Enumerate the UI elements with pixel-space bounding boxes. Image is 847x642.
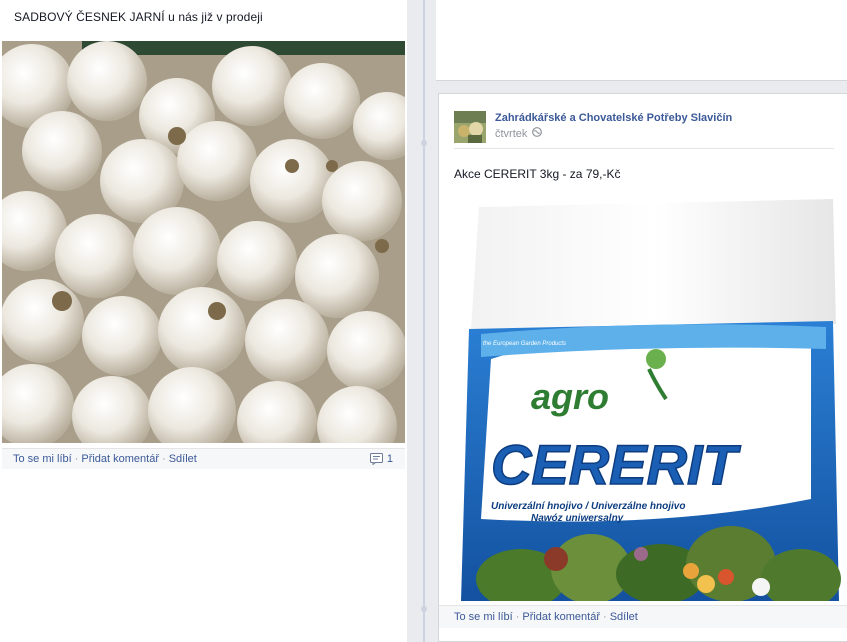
post-text: Akce CERERIT 3kg - za 79,-Kč [454, 167, 621, 181]
add-comment-link[interactable]: Přidat komentář [522, 611, 600, 623]
agro-logo: agro [531, 376, 609, 417]
left-post-actions: To se mi líbí · Přidat komentář · Sdílet 1 [2, 448, 405, 469]
comment-icon [369, 453, 383, 465]
timeline-line [423, 0, 425, 642]
share-link[interactable]: Sdílet [169, 453, 197, 465]
previous-post-card [436, 0, 847, 81]
timeline-dot [421, 606, 427, 612]
like-link[interactable]: To se mi líbí [454, 611, 513, 623]
garlic-photo[interactable] [2, 41, 405, 443]
separator: · [603, 611, 607, 623]
share-link[interactable]: Sdílet [610, 611, 638, 623]
separator: · [162, 453, 166, 465]
separator: · [74, 453, 79, 465]
brand-tagline: the European Garden Products [483, 341, 566, 347]
separator: · [515, 611, 520, 623]
page-name-link[interactable]: Zahrádkářské a Chovatelské Potřeby Slavi… [495, 112, 732, 124]
page-avatar[interactable] [454, 111, 486, 143]
divider [454, 148, 834, 149]
add-comment-link[interactable]: Přidat komentář [81, 453, 159, 465]
comment-count[interactable]: 1 [369, 453, 393, 465]
post-timestamp[interactable]: čtvrtek [495, 127, 543, 140]
product-subtitle-1: Univerzální hnojivo / Univerzálne hnojiv… [491, 501, 685, 512]
like-link[interactable]: To se mi líbí [13, 453, 72, 465]
comment-count-value: 1 [386, 453, 393, 465]
product-subtitle-2: Nawóz uniwersalny [531, 513, 624, 524]
post-time-text: čtvrtek [495, 127, 528, 140]
cererit-product-photo[interactable]: the European Garden Products agro CERERI… [461, 199, 841, 601]
globe-icon [532, 127, 543, 140]
timeline-dot [421, 140, 427, 146]
right-post-actions: To se mi líbí · Přidat komentář · Sdílet [439, 605, 847, 628]
right-post: Zahrádkářské a Chovatelské Potřeby Slavi… [438, 93, 847, 642]
left-post: SADBOVÝ ČESNEK JARNÍ u nás již v prodeji [0, 0, 407, 642]
post-text: SADBOVÝ ČESNEK JARNÍ u nás již v prodeji [14, 10, 263, 24]
product-name: CERERIT [491, 433, 742, 496]
